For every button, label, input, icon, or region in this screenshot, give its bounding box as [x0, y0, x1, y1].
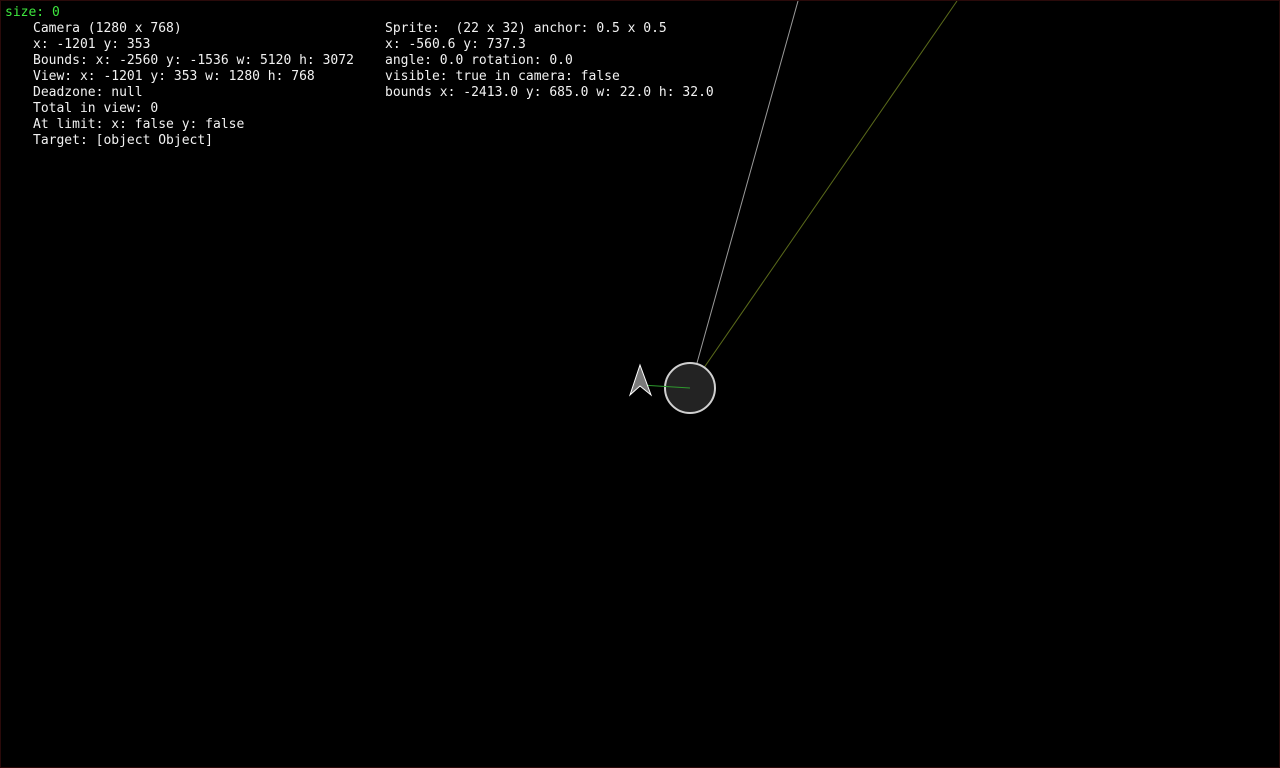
game-canvas[interactable]: size: 0 Camera (1280 x 768) x: -1201 y: 3…	[0, 0, 1280, 768]
game-scene	[628, 1, 958, 414]
ray-line-white	[689, 1, 799, 389]
ray-line-olive	[689, 1, 958, 389]
arrowhead-ship-icon[interactable]	[628, 363, 653, 397]
